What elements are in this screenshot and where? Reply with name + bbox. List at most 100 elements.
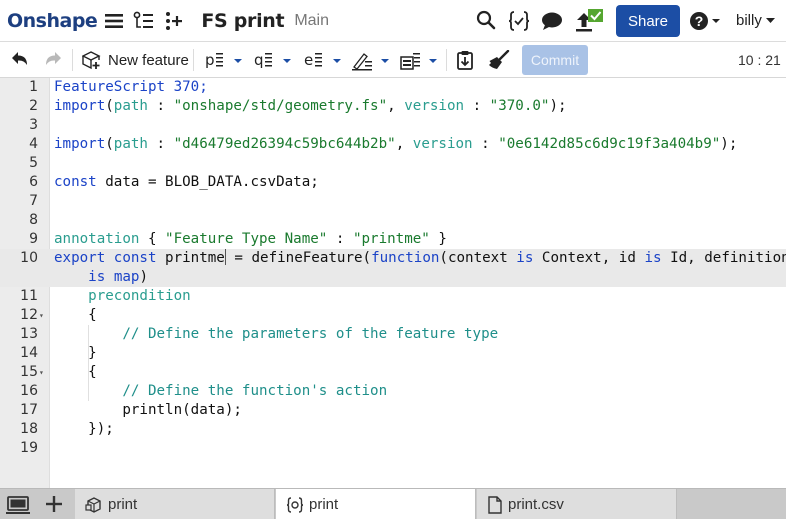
code-line[interactable]: 19 bbox=[0, 439, 786, 458]
code-token: path bbox=[113, 136, 148, 152]
q-insert-icon[interactable]: q bbox=[254, 51, 294, 71]
versions-upload-icon[interactable] bbox=[574, 7, 606, 33]
code-line[interactable]: 10 export const printme = defineFeature(f… bbox=[0, 249, 786, 268]
code-text: println(data); bbox=[54, 401, 242, 420]
search-icon[interactable] bbox=[476, 10, 496, 30]
p-insert-icon[interactable]: p bbox=[205, 51, 245, 71]
code-line[interactable]: 13 // Define the parameters of the featu… bbox=[0, 325, 786, 344]
tab-csv-file[interactable]: print.csv bbox=[477, 489, 677, 519]
code-token: (context bbox=[439, 250, 517, 266]
code-text: }); bbox=[54, 420, 114, 439]
add-tab-icon[interactable] bbox=[46, 496, 62, 512]
code-line[interactable]: 17 println(data); bbox=[0, 401, 786, 420]
code-line[interactable]: 14 } bbox=[0, 344, 786, 363]
tab-manager-icon[interactable] bbox=[6, 495, 30, 515]
code-line[interactable]: 7 bbox=[0, 192, 786, 211]
code-line[interactable]: is map) bbox=[0, 268, 786, 287]
broom-icon[interactable] bbox=[488, 50, 510, 70]
code-line[interactable]: 11 precondition bbox=[0, 287, 786, 306]
line-number: 15 bbox=[20, 364, 38, 380]
code-line[interactable]: 1 FeatureScript 370; bbox=[0, 78, 786, 97]
code-editor[interactable]: 1 FeatureScript 370; 2 import(path : "onsha… bbox=[0, 78, 786, 488]
branch-name[interactable]: Main bbox=[294, 12, 329, 30]
feature-list-icon[interactable] bbox=[133, 11, 155, 31]
comments-icon[interactable] bbox=[541, 11, 563, 31]
code-token: , bbox=[395, 136, 413, 152]
code-token: } bbox=[54, 345, 97, 361]
onshape-logo[interactable]: Onshape bbox=[7, 10, 98, 32]
code-line[interactable]: 5 bbox=[0, 154, 786, 173]
code-token: precondition bbox=[88, 288, 191, 304]
code-line[interactable]: 16 // Define the function's action bbox=[0, 382, 786, 401]
code-line[interactable]: 12 ▾ { bbox=[0, 306, 786, 325]
e-insert-icon[interactable]: e bbox=[304, 51, 344, 71]
code-line[interactable]: 4 import(path : "d46479ed26394c59bc644b2b… bbox=[0, 135, 786, 154]
code-text: const data = BLOB_DATA.csvData; bbox=[54, 173, 319, 192]
code-line[interactable]: 6 const data = BLOB_DATA.csvData; bbox=[0, 173, 786, 192]
line-number: 1 bbox=[29, 79, 38, 95]
tab-feature-studio[interactable]: print bbox=[276, 489, 476, 519]
svg-text:e: e bbox=[304, 51, 313, 69]
code-token: Id, definition bbox=[661, 250, 786, 266]
line-number: 18 bbox=[20, 421, 38, 437]
tab-label: print bbox=[108, 496, 138, 513]
document-title[interactable]: FS print bbox=[201, 10, 284, 32]
code-line[interactable]: 15 ▾ { bbox=[0, 363, 786, 382]
line-number: 17 bbox=[20, 402, 38, 418]
code-token: FeatureScript 370; bbox=[54, 79, 208, 95]
code-line[interactable]: 2 import(path : "onshape/std/geometry.fs"… bbox=[0, 97, 786, 116]
code-token: ) bbox=[139, 269, 148, 285]
code-token: { bbox=[54, 364, 97, 380]
code-text: } bbox=[54, 344, 97, 363]
hamburger-menu-icon[interactable] bbox=[105, 13, 124, 29]
code-token: "0e6142d85c6d9c19f3a404b9" bbox=[498, 136, 721, 152]
sketch-insert-icon[interactable] bbox=[352, 51, 392, 71]
code-text: is map) bbox=[54, 268, 148, 287]
line-number: 13 bbox=[20, 326, 38, 342]
code-text: { bbox=[54, 363, 97, 382]
fold-toggle-icon[interactable]: ▾ bbox=[39, 363, 44, 382]
line-number: 5 bbox=[29, 155, 38, 171]
code-line[interactable]: 18 }); bbox=[0, 420, 786, 439]
redo-icon[interactable] bbox=[44, 51, 62, 67]
line-number: 2 bbox=[29, 98, 38, 114]
code-line[interactable]: 3 bbox=[0, 116, 786, 135]
code-token: is bbox=[88, 269, 106, 285]
toolbar-separator bbox=[446, 49, 447, 71]
code-text: import(path : "onshape/std/geometry.fs",… bbox=[54, 97, 567, 116]
code-token: = defineFeature( bbox=[225, 250, 372, 266]
new-feature-button[interactable]: New feature bbox=[82, 50, 189, 70]
featurescript-icon[interactable] bbox=[508, 10, 530, 32]
share-button[interactable]: Share bbox=[616, 5, 680, 37]
commit-button[interactable]: Commit bbox=[522, 45, 588, 75]
help-icon[interactable]: ? bbox=[690, 11, 720, 31]
svg-text:?: ? bbox=[695, 13, 704, 29]
undo-icon[interactable] bbox=[11, 51, 29, 67]
code-token: version bbox=[412, 136, 473, 152]
user-menu[interactable]: billy bbox=[736, 12, 775, 29]
code-token: path bbox=[113, 98, 148, 114]
clipboard-icon[interactable] bbox=[456, 49, 474, 71]
code-token: // Define the function's action bbox=[122, 383, 388, 399]
tab-part-studio[interactable]: print bbox=[75, 489, 275, 519]
table-insert-icon[interactable] bbox=[400, 51, 440, 71]
fold-toggle-icon[interactable]: ▾ bbox=[39, 306, 44, 325]
code-token: "printme" bbox=[352, 231, 430, 247]
part-studio-icon bbox=[85, 496, 103, 514]
code-token: { bbox=[54, 307, 97, 323]
code-line[interactable]: 9 annotation { "Feature Type Name" : "pri… bbox=[0, 230, 786, 249]
code-token: annotation bbox=[54, 231, 140, 247]
line-number: 6 bbox=[29, 174, 38, 190]
code-token: "onshape/std/geometry.fs" bbox=[173, 98, 388, 114]
code-line[interactable]: 8 bbox=[0, 211, 786, 230]
line-number: 7 bbox=[29, 193, 38, 209]
insert-feature-icon[interactable] bbox=[163, 11, 185, 31]
code-token: "370.0" bbox=[489, 98, 550, 114]
code-token: : bbox=[147, 98, 174, 114]
